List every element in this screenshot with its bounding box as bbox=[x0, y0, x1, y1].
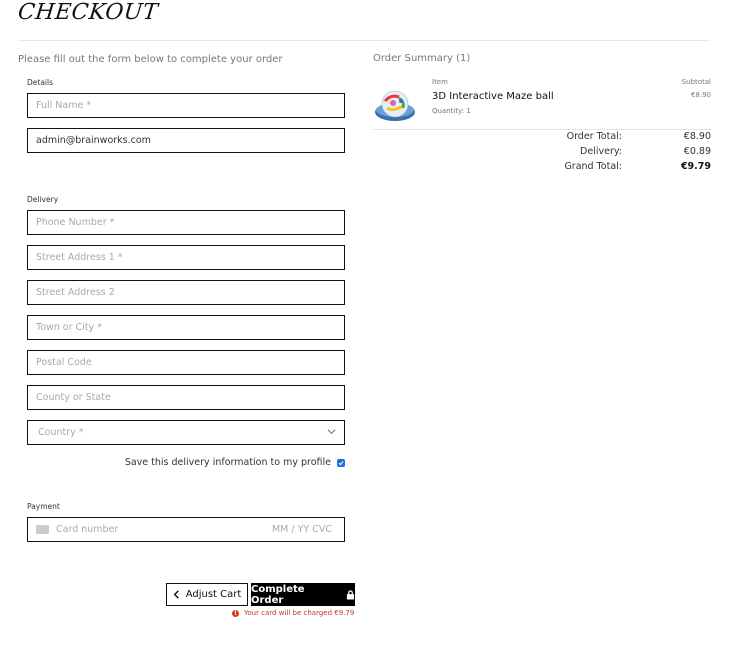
county-input[interactable] bbox=[28, 392, 344, 403]
product-thumbnail bbox=[375, 90, 415, 121]
product-quantity: Quantity: 1 bbox=[432, 107, 471, 115]
check-icon bbox=[338, 460, 344, 465]
full-name-field[interactable] bbox=[27, 93, 345, 118]
card-number-placeholder: Card number bbox=[56, 524, 119, 535]
card-field[interactable]: Card number MM / YY CVC bbox=[27, 517, 345, 542]
payment-label: Payment bbox=[27, 502, 60, 511]
chevron-left-icon bbox=[173, 590, 179, 599]
delivery-label: Delivery bbox=[27, 195, 59, 204]
delivery-cost-value: €0.89 bbox=[683, 146, 711, 157]
item-column-header: Item bbox=[432, 78, 448, 86]
street-address-1-input[interactable] bbox=[28, 252, 344, 263]
postal-code-input[interactable] bbox=[28, 357, 344, 368]
country-select[interactable]: Country * bbox=[27, 420, 345, 445]
town-input[interactable] bbox=[28, 322, 344, 333]
save-info-label: Save this delivery information to my pro… bbox=[124, 457, 331, 468]
phone-input[interactable] bbox=[28, 217, 344, 228]
country-placeholder: Country * bbox=[38, 427, 84, 438]
save-info-row[interactable]: Save this delivery information to my pro… bbox=[125, 457, 345, 468]
phone-field[interactable] bbox=[27, 210, 345, 235]
complete-order-button[interactable]: Complete Order bbox=[251, 583, 355, 606]
header-divider bbox=[18, 40, 710, 41]
adjust-cart-label: Adjust Cart bbox=[185, 589, 242, 600]
page-title: CHECKOUT bbox=[16, 0, 160, 25]
subtotal-column-header: Subtotal bbox=[681, 78, 711, 86]
email-input[interactable] bbox=[28, 135, 344, 146]
charge-notice: ! Your card will be charged €9.79 bbox=[232, 609, 354, 617]
order-summary-title: Order Summary (1) bbox=[373, 53, 471, 64]
street-address-2-field[interactable] bbox=[27, 280, 345, 305]
email-field[interactable] bbox=[27, 128, 345, 153]
card-expiry-cvc-placeholder: MM / YY CVC bbox=[271, 524, 332, 535]
street-address-1-field[interactable] bbox=[27, 245, 345, 270]
complete-order-label: Complete Order bbox=[251, 583, 305, 606]
details-label: Details bbox=[27, 78, 54, 87]
lock-icon bbox=[346, 589, 355, 599]
order-total-value: €8.90 bbox=[683, 131, 711, 142]
chevron-down-icon bbox=[327, 429, 336, 435]
town-field[interactable] bbox=[27, 315, 345, 340]
grand-total-label: Grand Total: bbox=[564, 161, 622, 172]
full-name-input[interactable] bbox=[28, 100, 344, 111]
grand-total-value: €9.79 bbox=[680, 161, 711, 172]
credit-card-icon bbox=[36, 525, 49, 534]
form-instructions: Please fill out the form below to comple… bbox=[18, 54, 283, 65]
save-info-checkbox[interactable] bbox=[337, 458, 345, 467]
delivery-cost-label: Delivery: bbox=[580, 146, 622, 157]
postal-code-field[interactable] bbox=[27, 350, 345, 375]
charge-notice-text: Your card will be charged €9.79 bbox=[244, 609, 355, 617]
alert-circle-icon: ! bbox=[232, 609, 239, 617]
adjust-cart-button[interactable]: Adjust Cart bbox=[166, 583, 248, 606]
product-name: 3D Interactive Maze ball bbox=[432, 91, 554, 102]
order-total-label: Order Total: bbox=[566, 131, 622, 142]
summary-divider bbox=[373, 129, 711, 130]
street-address-2-input[interactable] bbox=[28, 287, 344, 298]
county-field[interactable] bbox=[27, 385, 345, 410]
product-subtotal: €8.90 bbox=[690, 91, 711, 99]
